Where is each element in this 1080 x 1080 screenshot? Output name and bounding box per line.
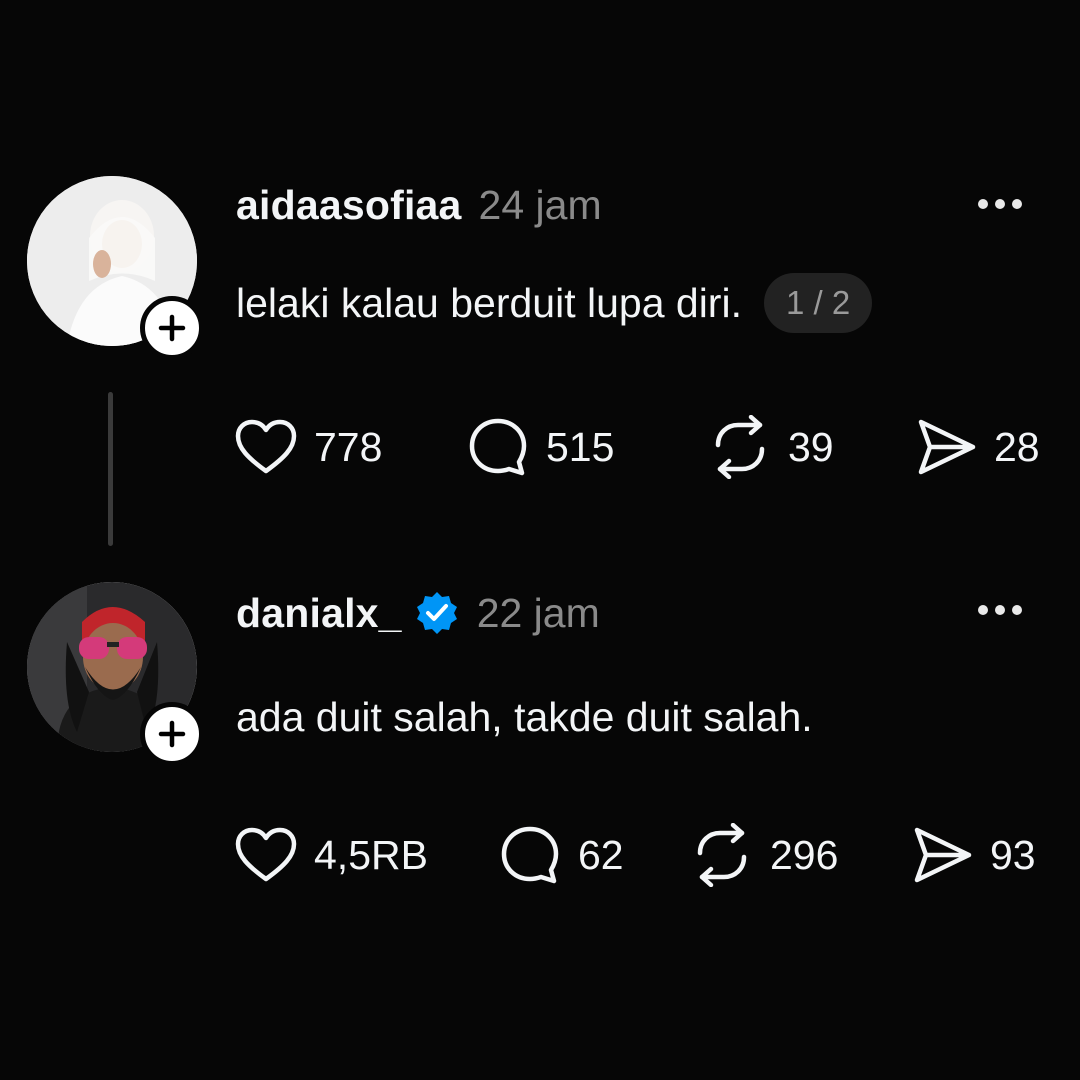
action-bar: 4,5RB 62 296 93 bbox=[0, 820, 1080, 890]
heart-icon bbox=[235, 827, 297, 882]
thread-post-2: danialx_ 22 jam ada duit salah, takde du… bbox=[0, 560, 1080, 1080]
timestamp: 24 jam bbox=[478, 181, 602, 228]
reply-button[interactable]: 62 bbox=[498, 820, 624, 890]
like-button[interactable]: 4,5RB bbox=[234, 820, 428, 890]
username[interactable]: aidaasofiaa bbox=[236, 182, 462, 229]
more-dot bbox=[1012, 605, 1022, 615]
avatar-container[interactable] bbox=[27, 176, 204, 360]
more-dot bbox=[995, 605, 1005, 615]
plus-icon bbox=[158, 314, 186, 342]
comment-bubble-icon bbox=[469, 418, 527, 476]
like-count: 4,5RB bbox=[314, 831, 428, 878]
post-text: ada duit salah, takde duit salah. bbox=[236, 693, 813, 740]
post-header: danialx_ 22 jam bbox=[236, 588, 600, 638]
thread-post-1: aidaasofiaa 24 jam lelaki kalau berduit … bbox=[0, 0, 1080, 560]
more-button[interactable] bbox=[978, 194, 1022, 214]
post-text-container: lelaki kalau berduit lupa diri. 1 / 2 bbox=[236, 272, 873, 334]
avatar-container[interactable] bbox=[27, 582, 204, 766]
post-header: aidaasofiaa 24 jam bbox=[236, 180, 602, 230]
more-horizontal-icon bbox=[978, 199, 988, 209]
timestamp: 22 jam bbox=[476, 589, 600, 636]
action-bar: 778 515 39 28 bbox=[0, 412, 1080, 482]
repost-button[interactable]: 296 bbox=[690, 820, 838, 890]
send-icon bbox=[918, 419, 976, 475]
share-button[interactable]: 93 bbox=[912, 820, 1036, 890]
comment-bubble-icon bbox=[501, 826, 559, 884]
more-horizontal-icon bbox=[978, 605, 988, 615]
reply-count: 62 bbox=[578, 831, 624, 878]
share-count: 28 bbox=[994, 423, 1040, 470]
page-indicator: 1 / 2 bbox=[763, 273, 873, 333]
more-dot bbox=[995, 199, 1005, 209]
repost-button[interactable]: 39 bbox=[708, 412, 834, 482]
repost-icon bbox=[715, 415, 765, 479]
heart-icon bbox=[235, 419, 297, 474]
more-button[interactable] bbox=[978, 600, 1022, 620]
more-dot bbox=[1012, 199, 1022, 209]
username[interactable]: danialx_ bbox=[236, 590, 402, 637]
repost-count: 39 bbox=[788, 423, 834, 470]
reply-button[interactable]: 515 bbox=[466, 412, 614, 482]
like-button[interactable]: 778 bbox=[234, 412, 382, 482]
repost-count: 296 bbox=[770, 831, 839, 878]
follow-button[interactable] bbox=[140, 296, 204, 360]
post-text: lelaki kalau berduit lupa diri. bbox=[236, 279, 742, 326]
plus-icon bbox=[158, 720, 186, 748]
send-icon bbox=[914, 827, 972, 883]
like-count: 778 bbox=[314, 423, 383, 470]
repost-icon bbox=[697, 823, 747, 887]
reply-count: 515 bbox=[546, 423, 615, 470]
verified-badge-icon bbox=[416, 592, 457, 634]
share-count: 93 bbox=[990, 831, 1036, 878]
post-text-container: ada duit salah, takde duit salah. bbox=[236, 686, 813, 748]
follow-button[interactable] bbox=[140, 702, 204, 766]
share-button[interactable]: 28 bbox=[916, 412, 1040, 482]
